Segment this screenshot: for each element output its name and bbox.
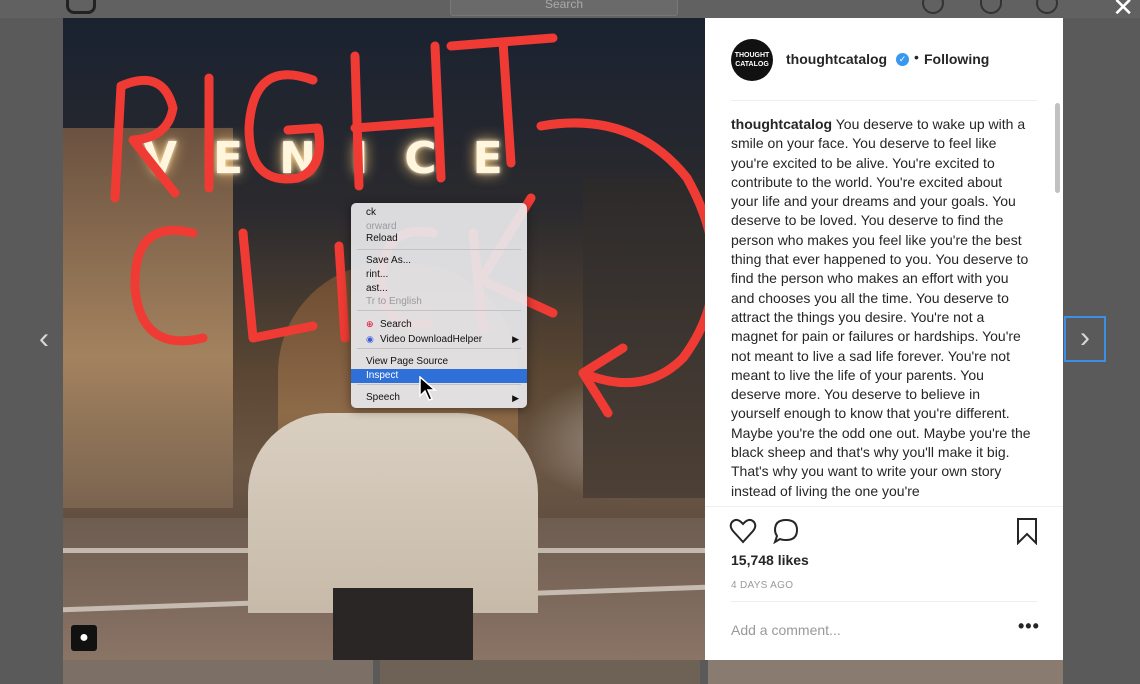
context-menu-item-label: rint...	[366, 269, 389, 280]
venice-sign: VENICE	[143, 133, 539, 184]
mouse-cursor-icon	[419, 376, 437, 401]
context-menu-item-label: Tr to English	[366, 296, 422, 307]
menu-separator	[357, 348, 521, 349]
context-menu-item-label: ast...	[366, 283, 388, 294]
explore-icon[interactable]	[922, 0, 944, 14]
context-menu: ck orward Reload Save As... rint... ast... Tr …	[351, 203, 527, 408]
context-menu-item-view-page-source[interactable]: View Page Source	[351, 355, 527, 369]
avatar[interactable]: THOUGHT CATALOG	[731, 39, 773, 81]
divider	[731, 100, 1037, 101]
context-menu-item-speech[interactable]: Speech ▶	[351, 391, 527, 405]
profile-icon[interactable]	[1036, 0, 1058, 14]
divider	[705, 506, 1063, 507]
verified-badge-icon: ✓	[896, 53, 909, 66]
context-menu-item-reload[interactable]: Reload	[351, 232, 527, 246]
search-placeholder: Search	[544, 0, 584, 11]
context-menu-item-cast[interactable]: ast...	[351, 282, 527, 296]
menu-separator	[357, 249, 521, 250]
context-menu-item-label: View Page Source	[366, 356, 449, 367]
tagged-user-icon[interactable]: ●	[71, 625, 97, 651]
post-details-panel: THOUGHT CATALOG thoughtcatalog ✓ • Follo…	[705, 18, 1063, 660]
caption-scrollbar[interactable]	[1055, 103, 1060, 193]
context-menu-item-video-downloadhelper[interactable]: ◉ Video DownloadHelper ▶	[351, 332, 527, 346]
next-post-arrow-icon[interactable]: ›	[1064, 316, 1106, 362]
context-menu-item-label: Search	[380, 319, 412, 330]
close-icon[interactable]: ✕	[1112, 0, 1134, 23]
heart-icon[interactable]	[980, 0, 1002, 14]
context-menu-item-translate-to-english: Tr to English	[351, 295, 527, 309]
context-menu-item-print[interactable]: rint...	[351, 268, 527, 282]
avatar-text: THOUGHT CATALOG	[734, 52, 770, 68]
comment-bubble-icon[interactable]	[773, 518, 799, 544]
submenu-arrow-icon: ▶	[512, 393, 519, 403]
context-menu-item-search[interactable]: ⊕ Search	[351, 317, 527, 331]
previous-post-arrow-icon[interactable]: ‹	[30, 322, 58, 356]
context-menu-item-back[interactable]: ck	[351, 206, 527, 220]
top-navigation-bar: Search ✕	[0, 0, 1140, 22]
likes-count[interactable]: 15,748 likes	[731, 552, 809, 568]
grid-thumbnail[interactable]	[63, 660, 373, 684]
person-sweater	[248, 413, 538, 613]
add-comment-input[interactable]: Add a comment...	[731, 622, 841, 638]
menu-separator	[357, 310, 521, 311]
context-menu-item-label: Save As...	[366, 255, 412, 266]
following-button[interactable]: Following	[924, 51, 989, 67]
grid-thumbnail[interactable]	[708, 660, 1063, 684]
submenu-arrow-icon: ▶	[512, 334, 519, 344]
post-username[interactable]: thoughtcatalog	[786, 51, 887, 67]
post-caption: thoughtcatalog You deserve to wake up wi…	[731, 115, 1031, 501]
downloadhelper-icon: ◉	[366, 334, 374, 344]
search-input[interactable]: Search	[450, 0, 678, 16]
separator-dot: •	[914, 49, 919, 65]
post-timestamp[interactable]: 4 DAYS AGO	[731, 580, 793, 591]
building	[583, 178, 705, 498]
context-menu-item-label: Speech	[366, 392, 400, 403]
context-menu-item-label: ck	[366, 207, 376, 218]
grid-thumbnail[interactable]	[380, 660, 700, 684]
building	[63, 128, 233, 508]
more-options-icon[interactable]: •••	[1018, 616, 1040, 637]
divider	[731, 601, 1037, 602]
context-menu-item-label: Inspect	[366, 370, 399, 381]
pinterest-icon: ⊕	[366, 319, 374, 329]
instagram-logo-icon[interactable]	[66, 0, 96, 14]
bookmark-icon[interactable]	[1015, 517, 1039, 545]
caption-username[interactable]: thoughtcatalog	[731, 116, 832, 132]
context-menu-item-label: orward	[366, 221, 397, 232]
caption-text: You deserve to wake up with a smile on y…	[731, 116, 1031, 499]
person-jeans	[333, 588, 473, 660]
context-menu-item-label: Reload	[366, 233, 398, 244]
context-menu-item-label: Video DownloadHelper	[380, 334, 483, 345]
context-menu-item-inspect[interactable]: Inspect	[351, 369, 527, 383]
menu-separator	[357, 384, 521, 385]
context-menu-item-save-as[interactable]: Save As...	[351, 254, 527, 268]
like-heart-icon[interactable]	[729, 518, 757, 544]
